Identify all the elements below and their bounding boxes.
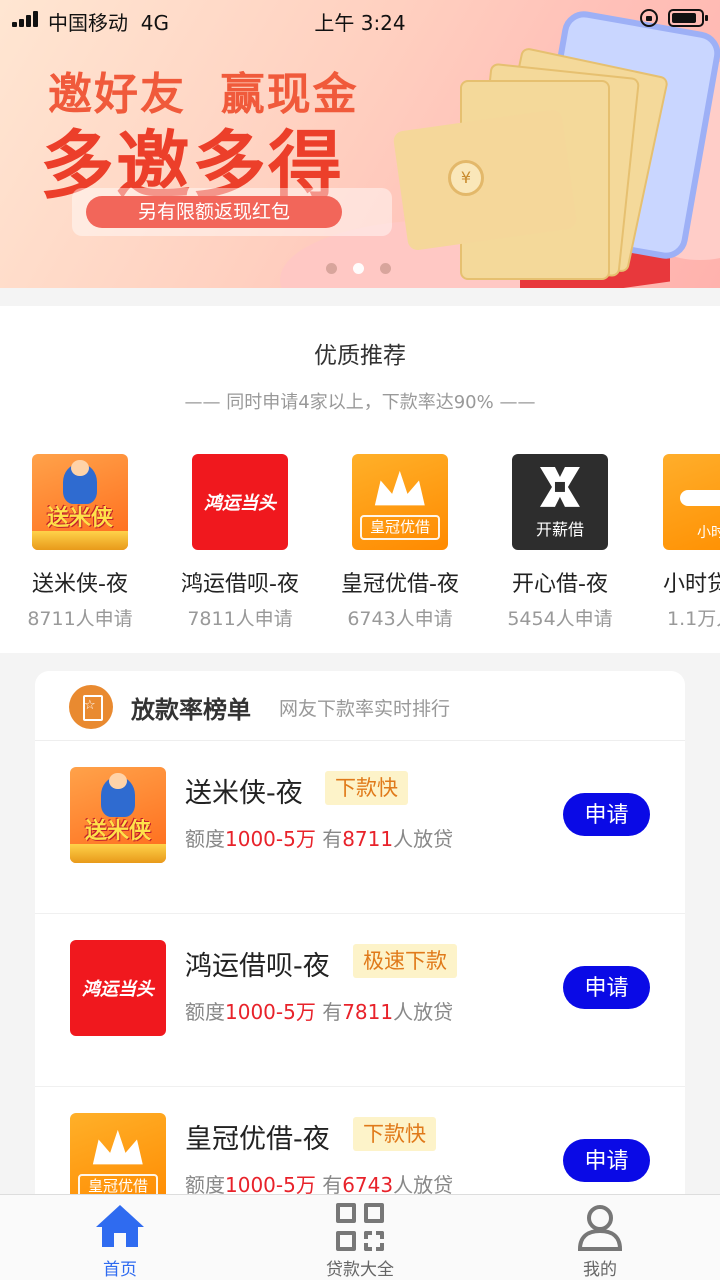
product-tag: 下款快 xyxy=(353,1117,436,1151)
recommend-item-name: 鸿运借呗-夜 xyxy=(181,572,299,597)
envelope-illustration xyxy=(392,108,578,252)
rotation-lock-icon xyxy=(640,9,658,27)
ranking-card: 放款率榜单 网友下款率实时排行 送米侠 送米侠-夜 下款快 额度1000-5万 … xyxy=(35,671,685,1271)
hongyun-logo: 鸿运当头 xyxy=(192,454,288,550)
recommend-item-count: 6743人申请 xyxy=(347,608,453,630)
huangguan-logo: 皇冠优借 xyxy=(352,454,448,550)
recommend-item[interactable]: 送米侠 送米侠-夜 8711人申请 xyxy=(0,454,160,631)
section-title: 优质推荐 xyxy=(314,343,406,369)
ranking-title: 放款率榜单 xyxy=(131,696,251,724)
recommend-item-name: 皇冠优借-夜 xyxy=(341,572,459,597)
recommend-item-count: 5454人申请 xyxy=(507,608,613,630)
ranking-header: 放款率榜单 网友下款率实时排行 xyxy=(35,671,685,741)
home-icon xyxy=(96,1205,144,1247)
yuan-coin-icon: ¥ xyxy=(448,160,484,196)
recommend-item-count: 8711人申请 xyxy=(27,608,133,630)
recommend-item-name: 送米侠-夜 xyxy=(32,572,128,597)
ranking-row[interactable]: 鸿运当头 鸿运借呗-夜 极速下款 额度1000-5万 有7811人放贷 申请 xyxy=(35,914,685,1087)
grid-icon xyxy=(336,1203,384,1251)
promo-banner[interactable]: ¥ 邀好友 赢现金 多邀多得 另有限额返现红包 xyxy=(0,0,720,288)
apply-button[interactable]: 申请 xyxy=(563,793,650,836)
product-meta: 额度1000-5万 有7811人放贷 xyxy=(185,1000,454,1024)
bottom-tab-bar: 首页 贷款大全 我的 xyxy=(0,1194,720,1280)
recommend-item-name: 开心借-夜 xyxy=(512,572,608,597)
product-name: 送米侠-夜 xyxy=(185,778,303,809)
carousel-dot[interactable] xyxy=(380,263,391,274)
tab-home[interactable]: 首页 xyxy=(0,1195,240,1280)
recommend-item[interactable]: 鸿运当头 鸿运借呗-夜 7811人申请 xyxy=(160,454,320,631)
section-subtitle: —— 同时申请4家以上，下款率达90% —— xyxy=(184,392,536,413)
recommend-item[interactable]: 皇冠优借 皇冠优借-夜 6743人申请 xyxy=(320,454,480,631)
ranking-badge-icon xyxy=(69,685,113,729)
tab-label: 我的 xyxy=(583,1260,617,1280)
product-meta: 额度1000-5万 有8711人放贷 xyxy=(185,827,454,851)
recommend-item-count: 7811人申请 xyxy=(187,608,293,630)
recommend-item[interactable]: 小时 小时贷 1.1万人 xyxy=(640,454,720,631)
apply-button[interactable]: 申请 xyxy=(563,966,650,1009)
recommend-section: 优质推荐 —— 同时申请4家以上，下款率达90% —— 送米侠 送米侠-夜 87… xyxy=(0,306,720,653)
carousel-dot-active[interactable] xyxy=(353,263,364,274)
carousel-dot[interactable] xyxy=(326,263,337,274)
apply-button[interactable]: 申请 xyxy=(563,1139,650,1182)
xiaoshidai-logo: 小时 xyxy=(663,454,720,550)
banner-pill: 另有限额返现红包 xyxy=(86,196,342,228)
status-bar: 中国移动 4G 上午 3:24 xyxy=(0,0,720,38)
user-icon xyxy=(577,1205,623,1251)
recommend-item[interactable]: 开薪借 开心借-夜 5454人申请 xyxy=(480,454,640,631)
songmixia-logo: 送米侠 xyxy=(70,767,166,863)
product-tag: 下款快 xyxy=(325,771,408,805)
kaixinjie-logo: 开薪借 xyxy=(512,454,608,550)
songmixia-logo: 送米侠 xyxy=(32,454,128,550)
product-name: 皇冠优借-夜 xyxy=(185,1124,330,1155)
battery-icon xyxy=(668,9,708,27)
hongyun-logo: 鸿运当头 xyxy=(70,940,166,1036)
carousel-dots xyxy=(326,263,391,274)
tab-label: 贷款大全 xyxy=(326,1260,394,1280)
tab-profile[interactable]: 我的 xyxy=(480,1195,720,1280)
ranking-subtitle: 网友下款率实时排行 xyxy=(279,698,451,720)
product-tag: 极速下款 xyxy=(353,944,457,978)
tab-loans[interactable]: 贷款大全 xyxy=(240,1195,480,1280)
tab-label: 首页 xyxy=(103,1260,137,1280)
clock: 上午 3:24 xyxy=(314,11,406,35)
recommend-item-count: 1.1万人 xyxy=(667,608,720,630)
product-name: 鸿运借呗-夜 xyxy=(185,951,330,982)
recommend-item-name: 小时贷 xyxy=(663,572,720,597)
ranking-row[interactable]: 送米侠 送米侠-夜 下款快 额度1000-5万 有8711人放贷 申请 xyxy=(35,741,685,914)
